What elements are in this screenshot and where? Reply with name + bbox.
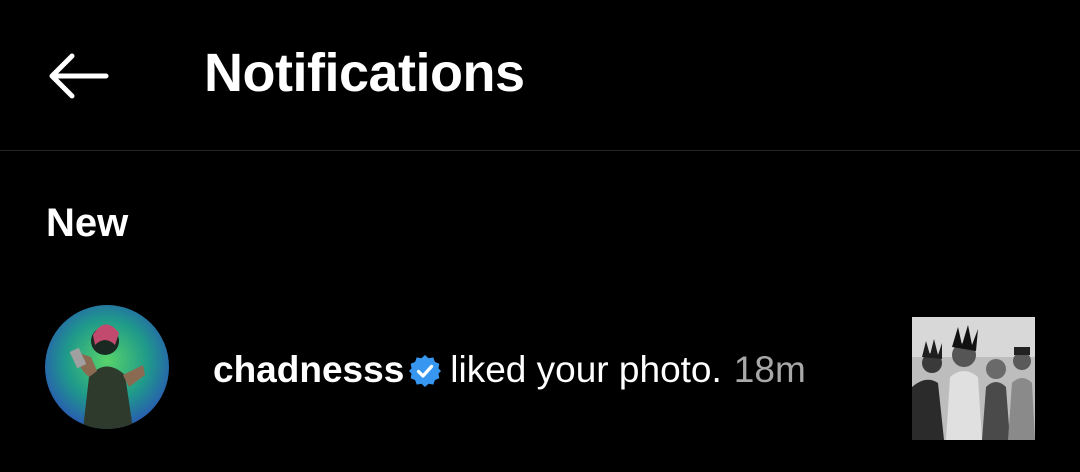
notification-text: chadnesss liked your photo. 18m [213,347,806,393]
top-app-bar: Notifications [0,0,1080,151]
section-heading-new: New [46,201,129,245]
timestamp: 18m [733,349,806,390]
post-thumbnail[interactable] [912,317,1035,440]
username-link[interactable]: chadnesss [213,347,404,393]
avatar[interactable] [45,305,169,429]
verified-badge-icon [408,353,442,387]
notifications-screen: Notifications New chadnesss liked your p… [0,0,1080,472]
arrow-left-icon [49,53,109,99]
notification-action: liked your photo. [450,349,722,390]
page-title: Notifications [204,43,525,103]
back-button[interactable] [36,40,120,112]
notification-item[interactable]: chadnesss liked your photo. 18m [0,300,1080,444]
